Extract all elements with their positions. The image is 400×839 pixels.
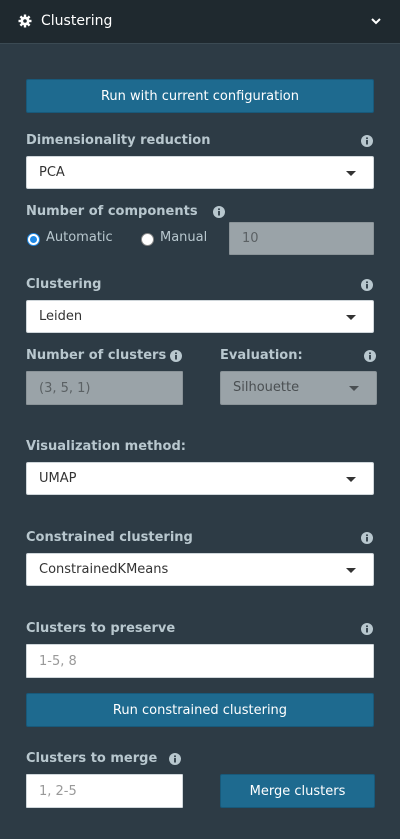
- evaluation-select[interactable]: Silhouette: [220, 371, 377, 405]
- constrained-value: ConstrainedKMeans: [39, 562, 169, 577]
- dim-reduction-label: Dimensionality reduction: [26, 133, 211, 148]
- merge-label: Clusters to merge: [26, 751, 158, 766]
- constrained-select[interactable]: ConstrainedKMeans: [26, 553, 374, 586]
- components-label: Number of components: [26, 204, 198, 219]
- info-icon[interactable]: [361, 135, 373, 147]
- chevron-down-icon[interactable]: [370, 15, 382, 27]
- visualization-label: Visualization method:: [26, 439, 186, 454]
- preserve-input[interactable]: 1-5, 8: [26, 644, 374, 678]
- run-constrained-button[interactable]: Run constrained clustering: [26, 693, 374, 727]
- info-icon[interactable]: [361, 623, 373, 635]
- caret-down-icon: [346, 315, 356, 320]
- caret-down-icon: [346, 568, 356, 573]
- preserve-label: Clusters to preserve: [26, 621, 176, 636]
- clustering-label: Clustering: [26, 277, 102, 292]
- clustering-value: Leiden: [39, 309, 83, 324]
- visualization-value: UMAP: [39, 471, 77, 486]
- merge-input[interactable]: 1, 2-5: [26, 774, 183, 808]
- evaluation-label: Evaluation:: [220, 348, 303, 363]
- num-clusters-label: Number of clusters: [26, 348, 167, 363]
- info-icon[interactable]: [213, 206, 225, 218]
- run-button[interactable]: Run with current configuration: [26, 79, 374, 113]
- radio-automatic-label: Automatic: [46, 230, 113, 245]
- box-title: Clustering: [41, 13, 113, 29]
- info-icon[interactable]: [361, 532, 373, 544]
- constrained-label: Constrained clustering: [26, 530, 193, 545]
- visualization-select[interactable]: UMAP: [26, 462, 374, 495]
- merge-button[interactable]: Merge clusters: [220, 774, 375, 808]
- radio-manual-label: Manual: [160, 230, 208, 245]
- dim-reduction-value: PCA: [39, 165, 65, 180]
- radio-automatic[interactable]: [27, 233, 40, 246]
- caret-down-icon: [346, 477, 356, 482]
- num-clusters-input[interactable]: (3, 5, 1): [26, 371, 183, 405]
- clustering-select[interactable]: Leiden: [26, 300, 374, 333]
- evaluation-value: Silhouette: [233, 380, 300, 395]
- caret-down-icon: [346, 171, 356, 176]
- radio-manual[interactable]: [141, 233, 154, 246]
- info-icon[interactable]: [170, 350, 182, 362]
- info-icon[interactable]: [169, 753, 181, 765]
- info-icon[interactable]: [364, 350, 376, 362]
- caret-down-icon: [349, 386, 359, 391]
- components-input[interactable]: 10: [229, 222, 374, 255]
- info-icon[interactable]: [361, 279, 373, 291]
- dim-reduction-select[interactable]: PCA: [26, 156, 374, 189]
- gear-icon: [18, 14, 32, 28]
- box-header[interactable]: Clustering: [0, 0, 400, 44]
